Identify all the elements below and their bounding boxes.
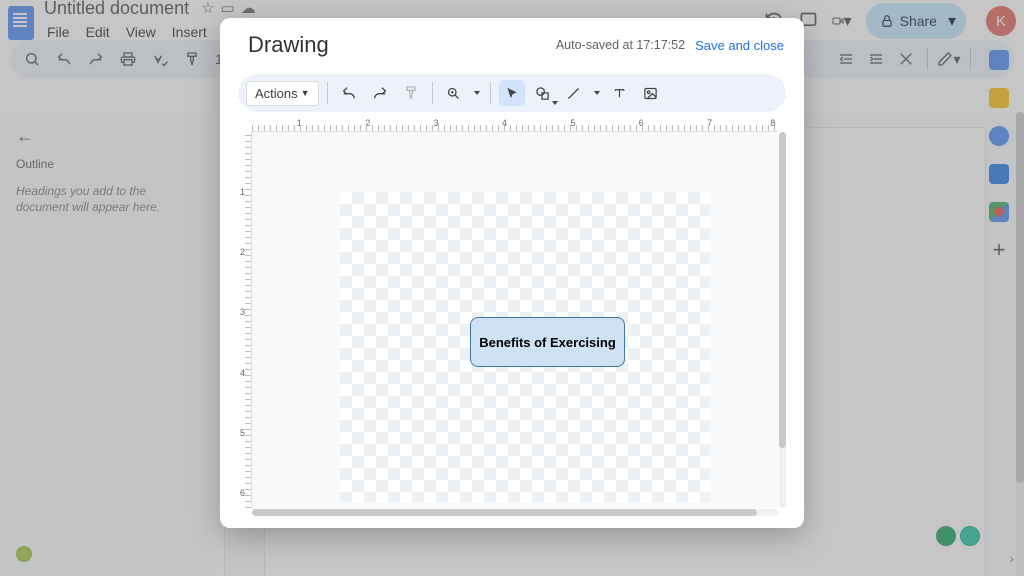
toolbar-divider [490,82,491,104]
canvas-scrollbar-horizontal[interactable] [252,509,778,516]
textbox-tool-icon[interactable] [607,80,633,106]
paint-format-icon [398,80,424,106]
drawing-canvas-area: 1 2 3 4 5 6 7 8 1 2 3 4 5 6 Benefits of … [238,118,786,516]
undo-icon[interactable] [336,80,362,106]
zoom-tool-icon[interactable] [441,80,467,106]
image-tool-icon[interactable] [638,80,664,106]
drawing-toolbar: Actions▼ [238,74,786,112]
actions-menu-button[interactable]: Actions▼ [246,81,319,106]
line-dropdown[interactable] [592,91,602,95]
horizontal-ruler: 1 2 3 4 5 6 7 8 [252,118,778,132]
save-and-close-button[interactable]: Save and close [695,38,784,53]
line-tool-icon[interactable] [561,80,587,106]
drawing-dialog: Drawing Auto-saved at 17:17:52 Save and … [220,18,804,528]
redo-icon[interactable] [367,80,393,106]
drawing-stage[interactable]: Benefits of Exercising [252,132,778,508]
vertical-ruler: 1 2 3 4 5 6 [238,132,252,508]
shape-text: Benefits of Exercising [479,335,616,350]
autosave-status: Auto-saved at 17:17:52 [556,38,685,52]
rounded-rect-shape[interactable]: Benefits of Exercising [470,317,625,367]
toolbar-divider [432,82,433,104]
canvas-scrollbar-vertical[interactable] [779,132,786,508]
shape-tool-icon[interactable] [530,80,556,106]
actions-label: Actions [255,86,298,101]
drawing-dialog-title: Drawing [248,32,329,58]
toolbar-divider [327,82,328,104]
select-tool-icon[interactable] [499,80,525,106]
zoom-dropdown[interactable] [472,91,482,95]
